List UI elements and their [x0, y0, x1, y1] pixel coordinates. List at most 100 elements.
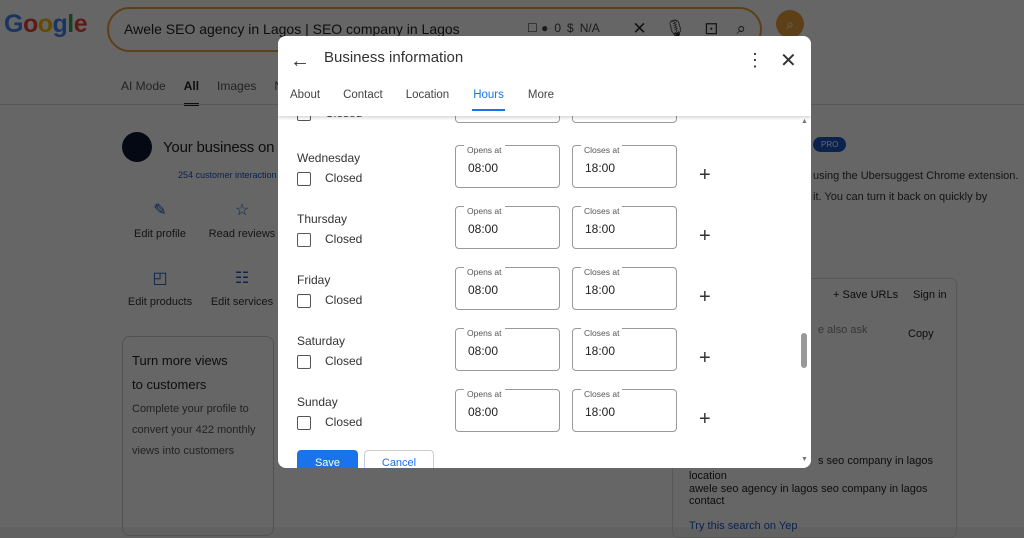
edit-products-button[interactable]: ◰ Edit products — [120, 268, 200, 308]
sign-in-link[interactable]: Sign in — [913, 289, 947, 301]
field-value: 18:00 — [585, 344, 616, 358]
tab-about[interactable]: About — [290, 89, 320, 111]
business-info-dialog: ← Business information ⋮ ✕ About Contact… — [278, 36, 811, 468]
day-name: Thursday — [297, 212, 348, 226]
ext-price: N/A — [579, 21, 600, 35]
field-value: 18:00 — [585, 283, 616, 297]
account-avatar[interactable]: ⌕ — [776, 10, 804, 38]
closes-at-field[interactable]: Closes at 18:00 — [572, 145, 677, 188]
field-label: Opens at — [464, 389, 505, 399]
scroll-up-icon[interactable]: ▲ — [801, 118, 808, 125]
add-hours-icon[interactable]: + — [699, 225, 711, 248]
closes-at-field[interactable]: Closes at 18:00 — [572, 267, 677, 310]
tab-hours[interactable]: Hours — [472, 89, 505, 111]
yep-link[interactable]: Try this search on Yep — [689, 520, 797, 532]
closed-label: Closed — [325, 232, 363, 246]
scroll-down-icon[interactable]: ▼ — [801, 456, 808, 463]
read-reviews-button[interactable]: ☆ Read reviews — [202, 200, 282, 240]
opens-at-field[interactable]: Opens at 08:00 — [455, 328, 560, 371]
field-label: Opens at — [464, 145, 505, 155]
card-text: Complete your profile to — [132, 403, 249, 415]
add-hours-icon[interactable]: + — [699, 347, 711, 370]
field-label: Closes at — [581, 145, 623, 155]
add-hours-icon[interactable]: + — [699, 408, 711, 431]
label: Read reviews — [208, 228, 276, 240]
opens-at-field[interactable]: Opens at 08:00 — [455, 267, 560, 310]
tab-ai-mode[interactable]: AI Mode — [121, 79, 166, 106]
day-name: Sunday — [297, 395, 338, 409]
field-label: Closes at — [581, 389, 623, 399]
interactions-link[interactable]: 254 customer interaction — [178, 170, 277, 180]
business-avatar — [122, 132, 152, 162]
label: Edit services — [210, 296, 274, 308]
keyword-item[interactable]: contact — [689, 495, 724, 507]
closes-at-field[interactable]: Closes at 18:00 — [572, 389, 677, 432]
closes-at-field[interactable]: Closes at 18:00 — [572, 206, 677, 249]
card-title: Turn more views — [132, 353, 228, 368]
day-name: Wednesday — [297, 151, 361, 165]
tab-all[interactable]: All — [183, 79, 200, 106]
seo-extension-badges: ☐ ● 0 $ N/A — [527, 21, 600, 35]
closed-checkbox[interactable] — [297, 233, 311, 247]
day-name: Friday — [297, 273, 331, 287]
field-value: 08:00 — [468, 405, 499, 419]
add-hours-icon[interactable]: + — [699, 116, 711, 122]
scrollbar[interactable]: ▲ ▼ — [798, 116, 811, 468]
field-value: 18:00 — [585, 405, 616, 419]
close-icon[interactable]: ✕ — [780, 48, 797, 73]
notice-line: using the Ubersuggest Chrome extension. — [813, 170, 1019, 182]
field-value: 08:00 — [468, 222, 499, 236]
keyword-item[interactable]: awele seo agency in lagos seo company in… — [689, 483, 927, 495]
pencil-icon: ✎ — [153, 202, 167, 219]
search-tabs: AI Mode All Images Ne — [121, 79, 290, 106]
closes-at-field[interactable]: Closes at 18:00 — [572, 328, 677, 371]
back-arrow-icon[interactable]: ← — [290, 50, 310, 73]
label: Edit products — [127, 296, 193, 308]
field-label: Opens at — [464, 206, 505, 216]
day-row-wednesday: Wednesday Closed Opens at 08:00 Closes at… — [278, 145, 798, 206]
more-vert-icon[interactable]: ⋮ — [746, 50, 764, 71]
opens-at-field[interactable]: Opens at 08:00 — [455, 389, 560, 432]
review-icon: ☆ — [234, 202, 250, 219]
closed-checkbox[interactable] — [297, 172, 311, 186]
google-logo[interactable]: Google — [4, 10, 88, 39]
closed-label: Closed — [325, 116, 362, 120]
day-row-sunday: Sunday Closed Opens at 08:00 Closes at 18:… — [278, 389, 798, 450]
closes-at-field[interactable]: Closes at — [572, 116, 677, 123]
search-input[interactable]: Awele SEO agency in Lagos | SEO company … — [124, 21, 460, 37]
opens-at-field[interactable]: Opens at — [455, 116, 560, 123]
keyword-item[interactable]: location — [689, 470, 727, 482]
tab-images[interactable]: Images — [217, 79, 256, 106]
add-hours-icon[interactable]: + — [699, 286, 711, 309]
opens-at-field[interactable]: Opens at 08:00 — [455, 145, 560, 188]
field-value: 08:00 — [468, 161, 499, 175]
closed-label: Closed — [325, 415, 363, 429]
tab-location[interactable]: Location — [406, 89, 449, 111]
card-title: to customers — [132, 377, 207, 392]
closed-checkbox[interactable] — [297, 416, 311, 430]
keyword-item[interactable]: s seo company in lagos — [818, 455, 933, 467]
field-label: Opens at — [464, 328, 505, 338]
opens-at-field[interactable]: Opens at 08:00 — [455, 206, 560, 249]
scroll-thumb[interactable] — [801, 333, 807, 368]
add-hours-icon[interactable]: + — [699, 164, 711, 187]
save-urls-button[interactable]: + Save URLs — [833, 289, 898, 301]
tab-more[interactable]: More — [528, 89, 554, 111]
profile-tip-card: Turn more views to customers Complete yo… — [122, 336, 274, 536]
closed-checkbox[interactable] — [297, 116, 311, 121]
closed-checkbox[interactable] — [297, 294, 311, 308]
edit-services-button[interactable]: ☷ Edit services — [202, 268, 282, 308]
field-label: Closes at — [581, 267, 623, 277]
closed-checkbox[interactable] — [297, 355, 311, 369]
label: Edit profile — [134, 228, 186, 240]
field-label: Closes at — [581, 206, 623, 216]
field-label: Closes at — [581, 328, 623, 338]
hours-list[interactable]: Tuesday Closed Opens at Closes at + Wedne… — [278, 116, 798, 468]
copy-button[interactable]: Copy — [908, 328, 934, 340]
cancel-button[interactable]: Cancel — [364, 450, 434, 468]
save-button[interactable]: Save — [297, 450, 358, 468]
tab-contact[interactable]: Contact — [343, 89, 383, 111]
dialog-title: Business information — [324, 49, 464, 66]
edit-profile-button[interactable]: ✎ Edit profile — [120, 200, 200, 240]
business-title: Your business on — [163, 139, 275, 156]
